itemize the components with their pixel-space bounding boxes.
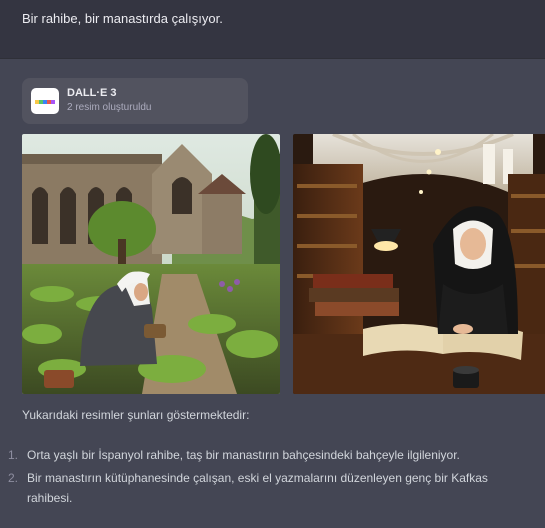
dalle-generation-card[interactable]: DALL·E 3 2 resim oluşturuldu bbox=[22, 78, 248, 124]
response-intro: Yukarıdaki resimler şunları göstermekted… bbox=[22, 408, 250, 422]
assistant-message: DALL·E 3 2 resim oluşturuldu Yukarıdaki … bbox=[0, 59, 545, 528]
dalle-card-title: DALL·E 3 bbox=[67, 87, 117, 99]
list-number: 1. bbox=[8, 448, 19, 462]
list-text: Bir manastırın kütüphanesinde çalışan, e… bbox=[27, 471, 488, 505]
nun-garden-image[interactable] bbox=[22, 134, 280, 394]
dalle-logo-icon bbox=[31, 88, 59, 114]
list-text: Orta yaşlı bir İspanyol rahibe, taş bir … bbox=[27, 448, 460, 462]
list-number: 2. bbox=[8, 471, 19, 485]
dalle-card-subtitle: 2 resim oluşturuldu bbox=[67, 102, 152, 113]
user-message: Bir rahibe, bir manastırda çalışıyor. bbox=[0, 0, 545, 59]
user-message-text: Bir rahibe, bir manastırda çalışıyor. bbox=[22, 11, 223, 26]
nun-library-image[interactable] bbox=[293, 134, 545, 394]
